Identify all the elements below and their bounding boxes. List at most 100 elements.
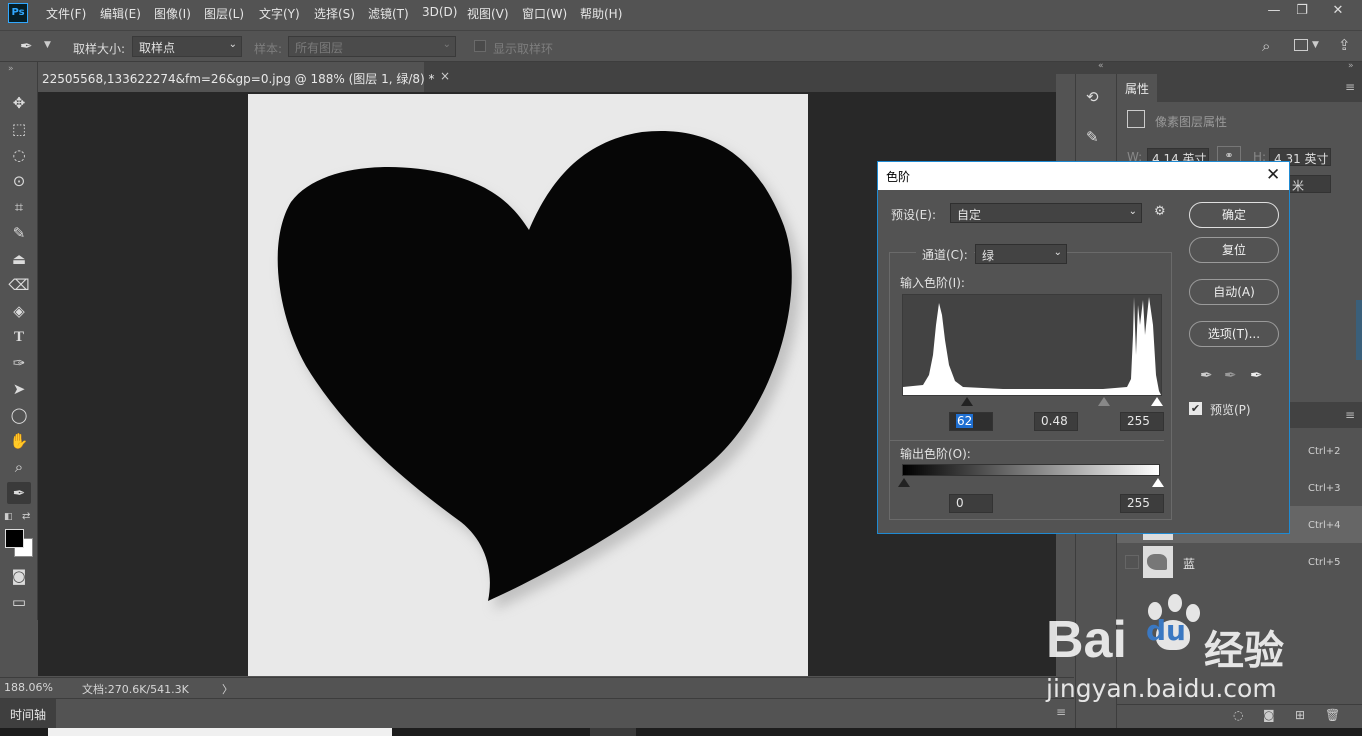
menu-window[interactable]: 窗口(W) [522, 5, 567, 22]
sample-select[interactable]: 所有图层 ⌄ [288, 36, 456, 57]
close-tab-icon[interactable]: × [440, 69, 450, 83]
channel-select[interactable]: 绿 ⌄ [975, 244, 1067, 264]
save-selection-icon[interactable]: ◙ [1263, 708, 1275, 722]
position-field[interactable]: 米 [1287, 175, 1331, 193]
delete-icon[interactable]: 🗑 [1325, 708, 1340, 722]
minimize-icon[interactable]: — [1262, 2, 1286, 20]
eyedropper-tool-icon[interactable]: ✒ [7, 482, 31, 504]
chevron-down-icon[interactable]: ▼ [1312, 40, 1319, 50]
collapse-icon[interactable]: » [1348, 61, 1354, 71]
taskbar-search[interactable] [48, 728, 392, 736]
input-gamma-slider[interactable] [1098, 397, 1110, 406]
channel-row[interactable]: 蓝 Ctrl+5 [1117, 543, 1362, 580]
restore-icon[interactable]: ❐ [1290, 2, 1314, 20]
output-black-slider[interactable] [898, 478, 910, 487]
menu-help[interactable]: 帮助(H) [580, 5, 622, 22]
preview-checkbox[interactable]: ✔ [1189, 402, 1202, 415]
close-icon[interactable]: ✕ [1266, 165, 1280, 185]
timeline-tab[interactable]: 时间轴 [0, 699, 56, 728]
chevron-down-icon[interactable]: ▼ [44, 40, 51, 50]
search-icon[interactable]: ⌕ [1262, 37, 1270, 55]
black-point-eyedropper-icon[interactable]: ✒ [1200, 366, 1213, 384]
foreground-color-swatch[interactable] [5, 529, 24, 548]
menu-file[interactable]: 文件(F) [46, 5, 86, 22]
hand-tool-icon[interactable]: ✋ [7, 430, 31, 452]
taskbar-app[interactable] [590, 728, 636, 736]
close-icon[interactable]: ✕ [1326, 2, 1350, 20]
load-selection-icon[interactable]: ◌ [1233, 708, 1243, 722]
sample-size-select[interactable]: 取样点 ⌄ [132, 36, 242, 57]
ellipse-tool-icon[interactable]: ◯ [7, 404, 31, 426]
output-white-field[interactable]: 255 [1120, 494, 1164, 513]
quick-select-tool-icon[interactable]: ⊙ [7, 170, 31, 192]
output-white-slider[interactable] [1152, 478, 1164, 487]
panel-menu-icon[interactable]: ≡ [1345, 408, 1355, 422]
histogram [902, 294, 1162, 396]
options-button[interactable]: 选项(T)... [1189, 321, 1279, 347]
quick-mask-icon[interactable]: ◙ [7, 565, 31, 587]
collapse-icon[interactable]: « [1098, 61, 1104, 71]
stamp-tool-icon[interactable]: ⏏ [7, 248, 31, 270]
menu-type[interactable]: 文字(Y) [259, 5, 300, 22]
show-ring-checkbox[interactable] [474, 40, 486, 52]
zoom-level[interactable]: 188.06% [4, 681, 53, 694]
properties-tab[interactable]: 属性 [1117, 74, 1157, 102]
zoom-tool-icon[interactable]: ⌕ [7, 456, 31, 478]
tools-panel: » ✥ ⬚ ◌ ⊙ ⌗ ✎ ⏏ ⌫ ◈ T ✑ ➤ ◯ ✋ ⌕ ✒ ◧ ⇄ ◙ … [0, 62, 38, 620]
default-colors-icon[interactable]: ◧ [4, 512, 13, 522]
eyedropper-tool-preset-icon[interactable]: ✒ [20, 37, 40, 57]
brush-tool-icon[interactable]: ✎ [7, 222, 31, 244]
watermark-cn: 经验 [1204, 628, 1284, 674]
reset-button[interactable]: 复位 [1189, 237, 1279, 263]
ok-button[interactable]: 确定 [1189, 202, 1279, 228]
input-black-slider[interactable] [961, 397, 973, 406]
auto-button[interactable]: 自动(A) [1189, 279, 1279, 305]
watermark-brand-du: du [1146, 614, 1186, 647]
paint-bucket-tool-icon[interactable]: ◈ [7, 300, 31, 322]
input-gamma-field[interactable]: 0.48 [1034, 412, 1078, 431]
document-info: 文档:270.6K/541.3K [82, 683, 189, 696]
preset-options-gear-icon[interactable]: ⚙ [1154, 204, 1166, 219]
heart-image [248, 94, 808, 676]
preset-value: 自定 [957, 208, 982, 222]
lasso-tool-icon[interactable]: ◌ [7, 144, 31, 166]
eraser-tool-icon[interactable]: ⌫ [7, 274, 31, 296]
brush-settings-icon[interactable]: ✎ [1086, 128, 1099, 146]
menu-image[interactable]: 图像(I) [154, 5, 191, 22]
history-icon[interactable]: ⟲ [1086, 88, 1099, 106]
panel-menu-icon[interactable]: ≡ [1345, 80, 1355, 94]
menu-layer[interactable]: 图层(L) [204, 5, 244, 22]
collapse-icon[interactable]: » [8, 64, 14, 74]
type-tool-icon[interactable]: T [7, 326, 31, 348]
output-black-field[interactable]: 0 [949, 494, 993, 513]
input-white-slider[interactable] [1151, 397, 1163, 406]
menu-filter[interactable]: 滤镜(T) [368, 5, 409, 22]
show-ring-label: 显示取样环 [493, 42, 554, 56]
white-point-eyedropper-icon[interactable]: ✒ [1250, 366, 1263, 384]
document-image[interactable] [248, 94, 808, 676]
status-menu-arrow[interactable]: 〉 [222, 681, 233, 697]
gray-point-eyedropper-icon[interactable]: ✒ [1224, 366, 1237, 384]
marquee-tool-icon[interactable]: ⬚ [7, 118, 31, 140]
workspace-icon[interactable] [1294, 39, 1308, 51]
screen-mode-icon[interactable]: ▭ [7, 591, 31, 613]
preset-select[interactable]: 自定 ⌄ [950, 203, 1142, 223]
input-white-field[interactable]: 255 [1120, 412, 1164, 431]
properties-tab-bar: 属性 ≡ [1117, 74, 1362, 102]
status-bar: 188.06% 文档:270.6K/541.3K 〉 [0, 677, 1074, 697]
visibility-icon[interactable] [1125, 555, 1139, 569]
crop-tool-icon[interactable]: ⌗ [7, 196, 31, 218]
menu-view[interactable]: 视图(V) [467, 5, 509, 22]
menu-3d[interactable]: 3D(D) [422, 5, 457, 19]
input-black-field[interactable]: 62 [949, 412, 993, 431]
path-select-tool-icon[interactable]: ➤ [7, 378, 31, 400]
menu-edit[interactable]: 编辑(E) [100, 5, 141, 22]
pen-tool-icon[interactable]: ✑ [7, 352, 31, 374]
move-tool-icon[interactable]: ✥ [7, 92, 31, 114]
new-channel-icon[interactable]: ⊞ [1295, 708, 1305, 722]
swap-colors-icon[interactable]: ⇄ [22, 511, 30, 522]
menu-select[interactable]: 选择(S) [314, 5, 355, 22]
share-icon[interactable]: ⇪ [1338, 36, 1351, 54]
document-tab[interactable]: 22505568,133622274&fm=26&gp=0.jpg @ 188%… [38, 62, 435, 92]
document-tab-bar: 22505568,133622274&fm=26&gp=0.jpg @ 188%… [38, 62, 1056, 92]
